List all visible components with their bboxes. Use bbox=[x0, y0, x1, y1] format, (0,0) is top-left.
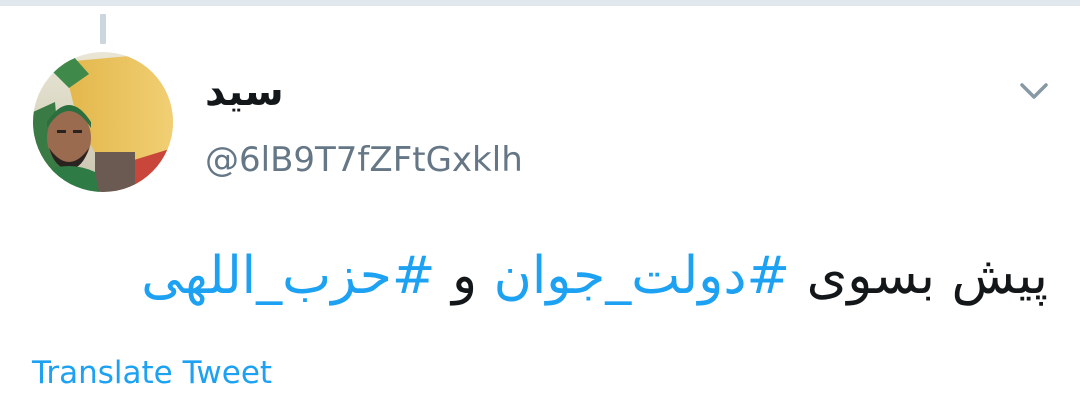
top-divider bbox=[0, 0, 1080, 6]
user-handle[interactable]: @6lB9T7fZFtGxklh bbox=[205, 137, 523, 183]
tweet-text-plain: و bbox=[435, 246, 494, 306]
translate-tweet-link[interactable]: Translate Tweet bbox=[32, 350, 272, 396]
thread-connector-line bbox=[100, 14, 106, 44]
avatar[interactable] bbox=[33, 52, 173, 192]
tweet-text: پیش بسوی #دولت_جوان و #حزب_اللهی bbox=[141, 236, 1048, 316]
chevron-down-icon[interactable] bbox=[1012, 76, 1056, 106]
hashtag-link[interactable]: #دولت_جوان bbox=[494, 246, 790, 306]
hashtag-link[interactable]: #حزب_اللهی bbox=[141, 246, 435, 306]
tweet-text-plain: پیش بسوی bbox=[790, 246, 1048, 306]
display-name[interactable]: سید bbox=[205, 62, 284, 122]
